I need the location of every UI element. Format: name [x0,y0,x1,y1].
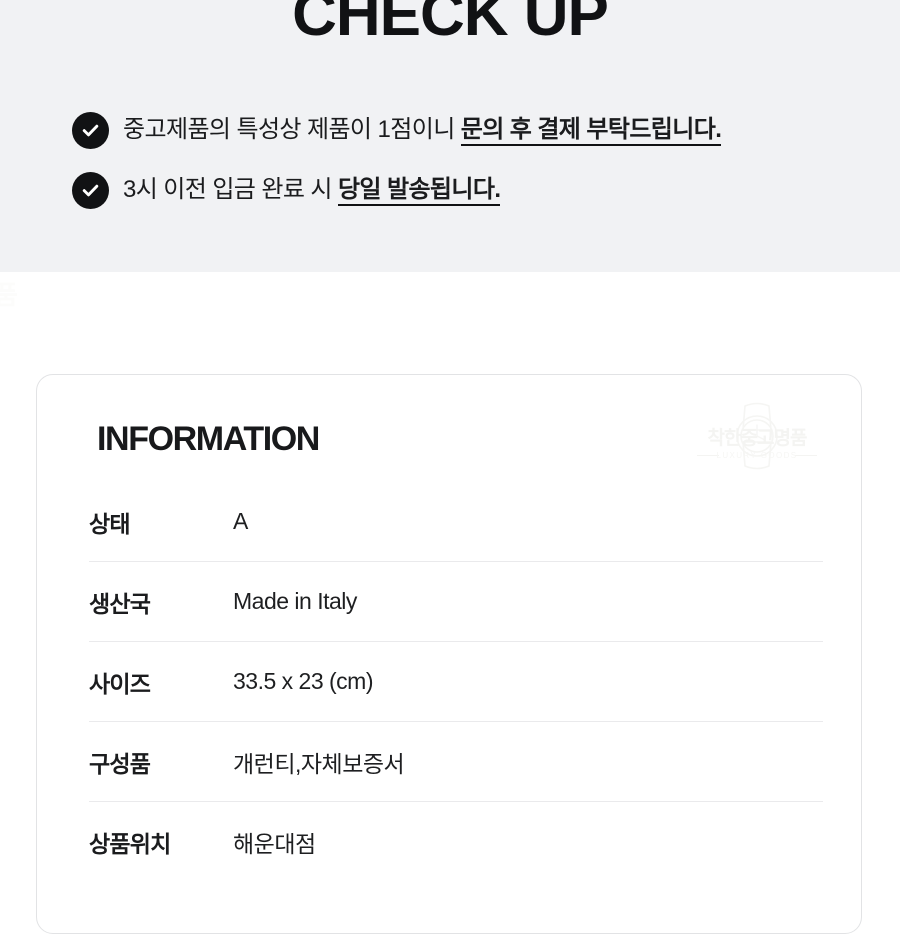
checkup-item-text-plain: 중고제품의 특성상 제품이 1점이니 [123,116,461,143]
spec-value: Made in Italy [233,588,357,614]
checkup-item-text-emphasis: 당일 발송됩니다. [337,176,501,206]
spec-label: 상품위치 [89,831,171,857]
spec-label: 사이즈 [89,670,151,697]
checkup-item-text: 3시 이전 입금 완료 시 당일 발송됩니다. [123,175,501,206]
check-circle-icon [72,111,109,149]
list-item: 중고제품의 특성상 제품이 1점이니 문의 후 결제 부탁드립니다. [72,100,892,160]
checkup-item-text-plain: 3시 이전 입금 완료 시 [123,176,338,203]
spec-value: A [233,508,248,534]
checkup-section: CHECK UP 중고제품의 특성상 제품이 1점이니 문의 후 결제 부탁드립… [0,0,900,272]
checkup-list: 중고제품의 특성상 제품이 1점이니 문의 후 결제 부탁드립니다. 3시 이전… [72,100,892,220]
spec-label: 구성품 [89,750,151,777]
watermark-rule-left [697,455,719,456]
spec-label: 상태 [89,510,131,537]
spec-label: 생산국 [89,590,151,617]
information-card: INFORMATION 착한중고명품 LUXURY GOODS 상태 A 생산국 [36,374,862,934]
table-row: 생산국 Made in Italy [89,562,823,642]
list-item: 3시 이전 입금 완료 시 당일 발송됩니다. [72,160,892,220]
watermark-rule-right [795,455,817,456]
table-row: 상태 A [89,482,823,562]
watermark-tagline: LUXURY GOODS [716,451,798,460]
edge-watermark-fragment: 품 [0,280,18,310]
information-heading: INFORMATION [97,420,320,458]
watch-logo-icon: 착한중고명품 LUXURY GOODS [695,397,819,475]
specification-table: 상태 A 생산국 Made in Italy 사이즈 33.5 x 23 (cm… [89,482,823,882]
table-row: 사이즈 33.5 x 23 (cm) [89,642,823,722]
spec-value: 해운대점 [233,831,316,857]
spec-value: 개런티,자체보증서 [233,750,405,777]
checkup-item-text-emphasis: 문의 후 결제 부탁드립니다. [460,116,722,146]
watermark-brand: 착한중고명품 [707,428,808,449]
checkup-item-text: 중고제품의 특성상 제품이 1점이니 문의 후 결제 부탁드립니다. [123,115,722,146]
spec-value: 33.5 x 23 (cm) [233,668,374,694]
table-row: 구성품 개런티,자체보증서 [89,722,823,802]
check-circle-icon [72,171,109,209]
page-title: CHECK UP [292,0,609,49]
table-row: 상품위치 해운대점 [89,802,823,882]
